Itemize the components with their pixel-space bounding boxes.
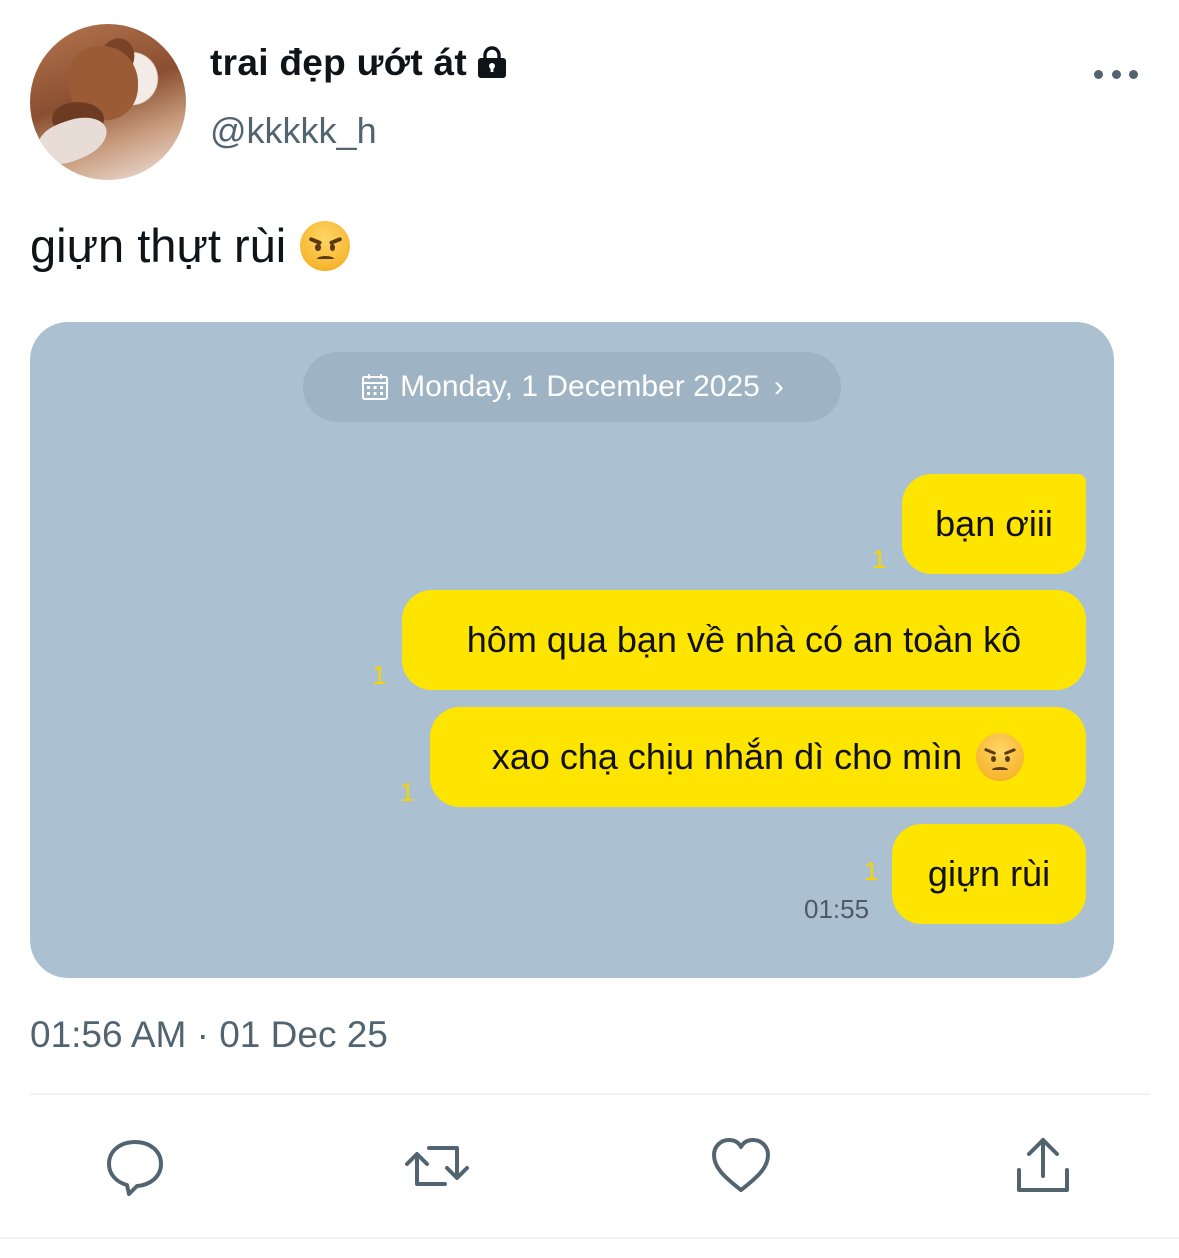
- like-button[interactable]: [709, 1134, 773, 1198]
- user-handle[interactable]: @kkkkk_h: [210, 110, 377, 152]
- heart-icon: [712, 1138, 770, 1192]
- read-count: 1: [872, 544, 887, 574]
- tweet-timestamp[interactable]: 01:56 AM · 01 Dec 25: [30, 1014, 388, 1056]
- divider: [0, 1237, 1179, 1239]
- display-name: trai đẹp ướt át: [210, 42, 468, 83]
- chat-bubble-text: giựn rùi: [927, 853, 1051, 894]
- tweet-text-content: giựn thựt rùi: [30, 219, 287, 272]
- chevron-right-icon: ›: [773, 370, 784, 403]
- chat-bubble-text: hôm qua bạn về nhà có an toàn kô: [466, 619, 1022, 660]
- chat-bubble: hôm qua bạn về nhà có an toàn kô: [402, 590, 1086, 690]
- read-count: 1: [864, 856, 879, 886]
- display-name-row[interactable]: trai đẹp ướt át: [210, 42, 511, 84]
- date-label: Monday, 1 December 2025: [400, 370, 760, 403]
- attached-chat-screenshot[interactable]: Monday, 1 December 2025 › bạn ơiii 1 hôm…: [30, 322, 1114, 978]
- share-button[interactable]: [1011, 1134, 1075, 1198]
- divider: [30, 1093, 1150, 1095]
- angry-face-emoji-icon: [300, 220, 351, 271]
- retweet-button[interactable]: [405, 1134, 469, 1198]
- avatar[interactable]: [30, 24, 186, 180]
- message-time: 01:55: [804, 894, 870, 924]
- chat-bubble: bạn ơiii: [902, 474, 1086, 574]
- lock-icon: [473, 44, 511, 82]
- read-count: 1: [372, 660, 387, 690]
- tweet-detail: trai đẹp ướt át @kkkkk_h giựn thựt rùi M…: [0, 0, 1179, 1258]
- more-options-icon[interactable]: [1094, 62, 1138, 86]
- chat-bubble: giựn rùi: [892, 824, 1086, 924]
- date-separator: Monday, 1 December 2025 ›: [303, 352, 841, 422]
- chat-bubble-text: bạn ơiii: [935, 503, 1053, 544]
- tweet-text: giựn thựt rùi: [30, 218, 351, 273]
- reply-button[interactable]: [103, 1134, 167, 1198]
- chat-bubble: xao chạ chịu nhắn dì cho mìn: [430, 707, 1086, 807]
- angry-face-emoji-icon: [976, 733, 1025, 781]
- retweet-icon: [405, 1146, 469, 1186]
- read-count: 1: [400, 777, 415, 807]
- calendar-icon: [360, 372, 390, 402]
- chat-bubble-text: xao chạ chịu nhắn dì cho mìn: [491, 736, 963, 777]
- share-icon: [1017, 1138, 1069, 1192]
- comment-icon: [107, 1140, 163, 1196]
